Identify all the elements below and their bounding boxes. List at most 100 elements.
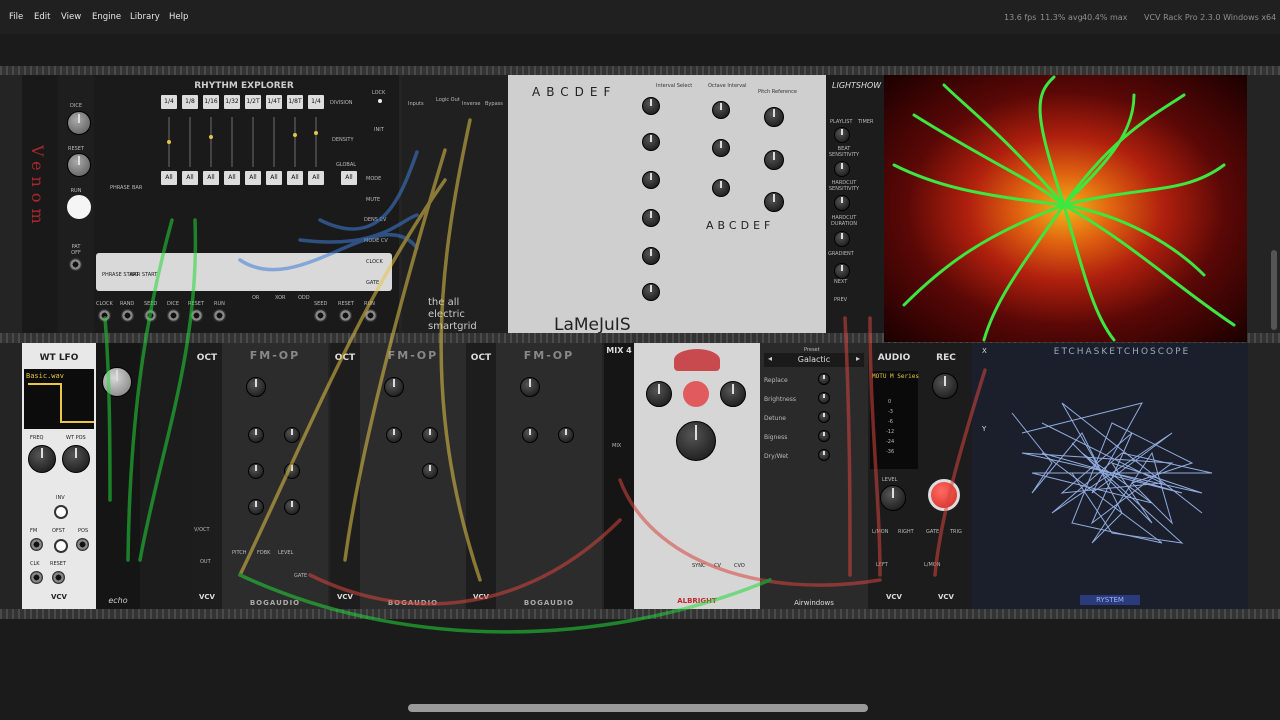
- hardcut-sensitivity-label: HARDCUT SENSITIVITY: [828, 180, 860, 192]
- pitch-ref-knob-1[interactable]: [764, 107, 784, 127]
- albright-main-knob[interactable]: [676, 421, 716, 461]
- mode-all-8[interactable]: All: [308, 171, 324, 185]
- att-knob-3[interactable]: [558, 427, 574, 443]
- inv-button[interactable]: [54, 505, 68, 519]
- mode-all-2[interactable]: All: [182, 171, 198, 185]
- reset-in-jack[interactable]: [52, 571, 65, 584]
- gradient-knob[interactable]: [834, 263, 850, 279]
- ratio-knob-1[interactable]: [246, 377, 266, 397]
- level-knob-1[interactable]: [248, 499, 264, 515]
- detune-knob[interactable]: [818, 411, 830, 423]
- pos-jack[interactable]: [76, 538, 89, 551]
- freq-knob[interactable]: [28, 445, 56, 473]
- division-button-1[interactable]: 1/4: [161, 95, 177, 109]
- depth-knob-2[interactable]: [386, 427, 402, 443]
- density-slider-5[interactable]: [252, 117, 254, 167]
- hardcut-duration-knob[interactable]: [834, 231, 850, 247]
- mode-all-3[interactable]: All: [203, 171, 219, 185]
- interval-knob-5[interactable]: [642, 247, 660, 265]
- replace-knob[interactable]: [818, 373, 830, 385]
- division-button-2[interactable]: 1/8: [182, 95, 198, 109]
- mode-all-1[interactable]: All: [161, 171, 177, 185]
- menu-edit[interactable]: Edit: [34, 12, 50, 22]
- division-button-8[interactable]: 1/4: [308, 95, 324, 109]
- interval-knob-4[interactable]: [642, 209, 660, 227]
- density-slider-3[interactable]: [210, 117, 212, 167]
- interval-knob-6[interactable]: [642, 283, 660, 301]
- mode-all-4[interactable]: All: [224, 171, 240, 185]
- division-button-5[interactable]: 1/2T: [245, 95, 261, 109]
- seed-out-jack[interactable]: [314, 309, 327, 322]
- fm-jack[interactable]: [30, 538, 43, 551]
- rec-level-knob[interactable]: [932, 373, 958, 399]
- bar-label: BAR: [132, 185, 143, 191]
- menu-library[interactable]: Library: [130, 12, 160, 22]
- seed-jack[interactable]: [144, 309, 157, 322]
- menu-file[interactable]: File: [9, 12, 23, 22]
- mode-all-5[interactable]: All: [245, 171, 261, 185]
- ratio-knob-2[interactable]: [384, 377, 404, 397]
- reset-out-jack[interactable]: [339, 309, 352, 322]
- division-button-7[interactable]: 1/8T: [287, 95, 303, 109]
- density-slider-8[interactable]: [315, 117, 317, 167]
- vertical-scrollbar[interactable]: [1271, 250, 1277, 330]
- division-button-6[interactable]: 1/4T: [266, 95, 282, 109]
- pitch-ref-knob-2[interactable]: [764, 150, 784, 170]
- att-knob-1[interactable]: [284, 427, 300, 443]
- ofst-button[interactable]: [54, 539, 68, 553]
- reset-jack[interactable]: [190, 309, 203, 322]
- ratio-knob-3[interactable]: [520, 377, 540, 397]
- dry-wet-knob[interactable]: [818, 449, 830, 461]
- hardcut-sensitivity-knob[interactable]: [834, 195, 850, 211]
- global-mode-all[interactable]: All: [341, 171, 357, 185]
- density-slider-6[interactable]: [273, 117, 275, 167]
- sus-knob-1[interactable]: [284, 499, 300, 515]
- albright-knob-right[interactable]: [720, 381, 746, 407]
- run-out-jack[interactable]: [364, 309, 377, 322]
- octave-knob-3[interactable]: [712, 179, 730, 197]
- interval-knob-1[interactable]: [642, 97, 660, 115]
- clk-jack[interactable]: [30, 571, 43, 584]
- interval-knob-3[interactable]: [642, 171, 660, 189]
- menu-help[interactable]: Help: [169, 12, 188, 22]
- horizontal-scrollbar[interactable]: [408, 704, 868, 712]
- density-slider-4[interactable]: [231, 117, 233, 167]
- preset-selector[interactable]: ◂ Galactic ▸: [764, 353, 864, 367]
- record-button[interactable]: [928, 479, 960, 511]
- depth-knob-1[interactable]: [248, 427, 264, 443]
- run-jack[interactable]: [213, 309, 226, 322]
- dice-jack[interactable]: [167, 309, 180, 322]
- albright-knob-left[interactable]: [646, 381, 672, 407]
- density-slider-2[interactable]: [189, 117, 191, 167]
- bigness-knob[interactable]: [818, 430, 830, 442]
- level-knob[interactable]: [880, 485, 906, 511]
- clock-in-jack[interactable]: [98, 309, 111, 322]
- mode-all-6[interactable]: All: [266, 171, 282, 185]
- dec-knob-2[interactable]: [422, 463, 438, 479]
- wt-pos-knob[interactable]: [62, 445, 90, 473]
- octave-knob-1[interactable]: [712, 101, 730, 119]
- brightness-knob[interactable]: [818, 392, 830, 404]
- pitch-ref-knob-3[interactable]: [764, 192, 784, 212]
- density-slider-7[interactable]: [294, 117, 296, 167]
- depth-knob-3[interactable]: [522, 427, 538, 443]
- dice-button[interactable]: [67, 111, 91, 135]
- interval-knob-2[interactable]: [642, 133, 660, 151]
- echo-knob[interactable]: [102, 367, 132, 397]
- att-knob-2[interactable]: [422, 427, 438, 443]
- run-button[interactable]: [67, 195, 91, 219]
- division-button-4[interactable]: 1/32: [224, 95, 240, 109]
- pat-off-jack[interactable]: [69, 258, 82, 271]
- fdbk-knob-1[interactable]: [248, 463, 264, 479]
- rand-jack[interactable]: [121, 309, 134, 322]
- reset-button[interactable]: [67, 153, 91, 177]
- mode-all-7[interactable]: All: [287, 171, 303, 185]
- octave-knob-2[interactable]: [712, 139, 730, 157]
- division-button-3[interactable]: 1/16: [203, 95, 219, 109]
- beat-sensitivity-knob[interactable]: [834, 161, 850, 177]
- chevron-right-icon[interactable]: ▸: [856, 354, 860, 363]
- menu-engine[interactable]: Engine: [92, 12, 121, 22]
- dec-knob-1[interactable]: [284, 463, 300, 479]
- playlist-knob[interactable]: [834, 127, 850, 143]
- menu-view[interactable]: View: [61, 12, 81, 22]
